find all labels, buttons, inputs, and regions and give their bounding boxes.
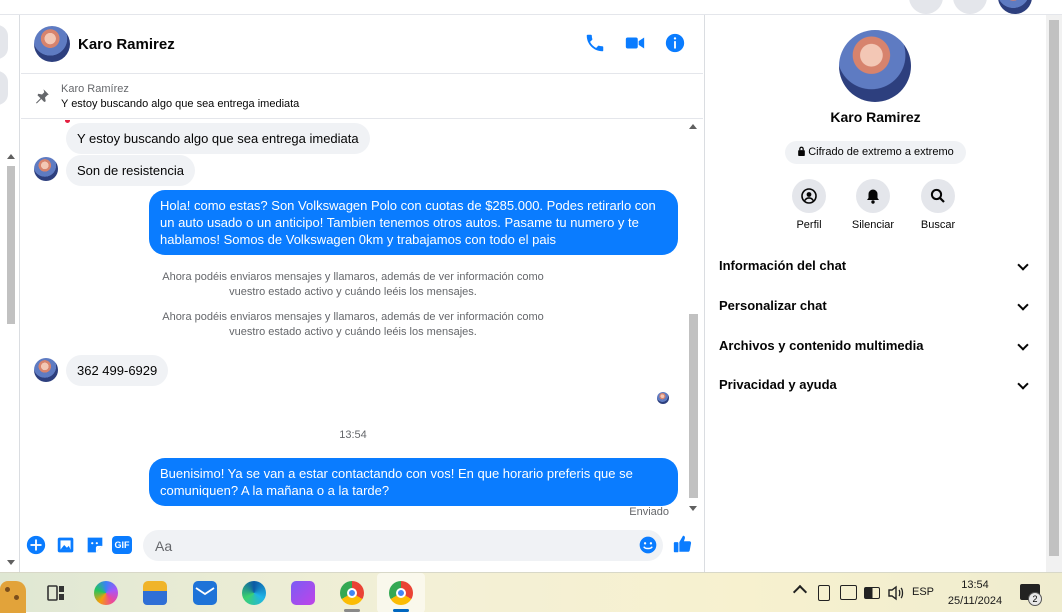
message-input[interactable]: Aa xyxy=(143,530,663,561)
top-strip xyxy=(0,0,1062,15)
left-scroll-thumb[interactable] xyxy=(7,166,15,324)
section-media-files[interactable]: Archivos y contenido multimedia xyxy=(719,338,1035,362)
notification-badge: 2 xyxy=(1028,592,1042,606)
section-label: Personalizar chat xyxy=(719,298,827,313)
mute-action[interactable]: Silenciar xyxy=(841,179,905,231)
mute-action-label: Silenciar xyxy=(851,219,895,231)
clock-date: 25/11/2024 xyxy=(947,595,1003,607)
file-explorer-icon[interactable] xyxy=(143,581,167,605)
section-label: Información del chat xyxy=(719,258,847,273)
mail-icon[interactable] xyxy=(193,581,217,605)
rail-item-1[interactable] xyxy=(0,25,8,59)
section-label: Archivos y contenido multimedia xyxy=(719,338,924,353)
read-receipt-avatar xyxy=(657,392,669,404)
clock-time: 13:54 xyxy=(961,579,989,591)
profile-action[interactable]: Perfil xyxy=(777,179,841,231)
bell-icon[interactable] xyxy=(856,179,890,213)
pinned-text: Y estoy buscando algo que sea entrega im… xyxy=(61,98,300,110)
call-icon[interactable] xyxy=(584,32,606,54)
pinned-message-bar[interactable]: Karo Ramírez Y estoy buscando algo que s… xyxy=(21,75,703,119)
lock-icon xyxy=(797,142,806,165)
chevron-down-icon xyxy=(1017,299,1029,311)
chrome-icon[interactable] xyxy=(389,581,413,605)
conversation-header: Karo Ramirez xyxy=(21,15,703,74)
task-view-icon[interactable] xyxy=(44,581,68,605)
message-incoming[interactable]: Y estoy buscando algo que sea entrega im… xyxy=(66,123,370,154)
message-input-placeholder: Aa xyxy=(155,538,173,554)
search-action-label: Buscar xyxy=(920,219,956,231)
conversation-info-panel: Karo Ramirez Cifrado de extremo a extrem… xyxy=(704,15,1045,572)
system-notice: Ahora podéis enviaros mensajes y llamaro… xyxy=(162,271,544,298)
message-timestamp: 13:54 xyxy=(339,429,367,441)
page-scroll-thumb[interactable] xyxy=(1049,20,1059,556)
message-status: Enviado xyxy=(629,506,669,518)
info-avatar[interactable] xyxy=(839,30,911,102)
edge-icon[interactable] xyxy=(242,581,266,605)
chat-scroll-thumb[interactable] xyxy=(689,314,698,498)
left-scrollbar[interactable] xyxy=(4,150,18,570)
message-outgoing[interactable]: Buenisimo! Ya se van a estar contactando… xyxy=(149,458,678,506)
page-scrollbar[interactable] xyxy=(1046,15,1062,572)
app-icon[interactable] xyxy=(291,581,315,605)
widgets-icon[interactable] xyxy=(0,581,26,613)
top-button-1[interactable] xyxy=(909,0,943,14)
message-list: Y estoy buscando algo que sea entrega im… xyxy=(21,120,703,520)
search-icon[interactable] xyxy=(921,179,955,213)
image-icon[interactable] xyxy=(55,534,77,556)
meet-icon[interactable] xyxy=(840,585,857,600)
tray-overflow-icon[interactable] xyxy=(792,584,808,600)
account-avatar[interactable] xyxy=(998,0,1032,14)
copilot-icon[interactable] xyxy=(94,581,118,605)
top-button-2[interactable] xyxy=(953,0,987,14)
profile-action-label: Perfil xyxy=(796,219,822,231)
chevron-down-icon xyxy=(1017,259,1029,271)
sticker-icon[interactable] xyxy=(84,534,106,556)
message-incoming[interactable]: 362 499-6929 xyxy=(66,355,169,386)
device-icon[interactable] xyxy=(818,585,830,601)
input-language[interactable]: ESP xyxy=(912,586,934,598)
composer: GIF Aa xyxy=(21,522,703,570)
encryption-label: Cifrado de extremo a extremo xyxy=(808,146,954,158)
sender-avatar[interactable] xyxy=(34,358,58,382)
message-incoming[interactable]: Son de resistencia xyxy=(66,155,195,186)
rail-item-2[interactable] xyxy=(0,71,8,105)
emoji-icon[interactable] xyxy=(638,535,658,555)
gif-label: GIF xyxy=(112,536,132,554)
info-icon[interactable] xyxy=(664,32,686,54)
reaction-dot xyxy=(65,120,70,123)
section-privacy-support[interactable]: Privacidad y ayuda xyxy=(719,377,1035,401)
video-icon[interactable] xyxy=(624,32,646,54)
message-outgoing[interactable]: Hola! como estas? Son Volkswagen Polo co… xyxy=(149,190,678,255)
chevron-down-icon xyxy=(1017,378,1029,390)
contact-name[interactable]: Karo Ramirez xyxy=(78,36,175,53)
search-action[interactable]: Buscar xyxy=(906,179,970,231)
contact-avatar[interactable] xyxy=(34,26,70,62)
section-label: Privacidad y ayuda xyxy=(719,377,837,392)
profile-icon[interactable] xyxy=(792,179,826,213)
pin-icon xyxy=(33,87,51,105)
sender-avatar[interactable] xyxy=(34,157,58,181)
plus-icon[interactable] xyxy=(25,534,47,556)
gif-icon[interactable]: GIF xyxy=(112,534,134,556)
info-contact-name: Karo Ramirez xyxy=(830,109,921,125)
system-notice: Ahora podéis enviaros mensajes y llamaro… xyxy=(162,311,544,338)
chevron-down-icon xyxy=(1017,339,1029,351)
taskbar: ESP 13:54 25/11/2024 2 xyxy=(0,572,1062,613)
chrome-profile-icon[interactable] xyxy=(340,581,364,605)
section-chat-info[interactable]: Información del chat xyxy=(719,258,1035,282)
battery-icon[interactable] xyxy=(864,587,880,599)
system-clock[interactable]: 13:54 25/11/2024 xyxy=(940,577,1010,609)
volume-icon[interactable] xyxy=(887,585,905,601)
like-icon[interactable] xyxy=(672,533,694,555)
pinned-sender: Karo Ramírez xyxy=(61,83,129,95)
chat-scrollbar[interactable] xyxy=(686,120,701,518)
encryption-badge[interactable]: Cifrado de extremo a extremo xyxy=(785,141,966,164)
section-customize-chat[interactable]: Personalizar chat xyxy=(719,298,1035,322)
